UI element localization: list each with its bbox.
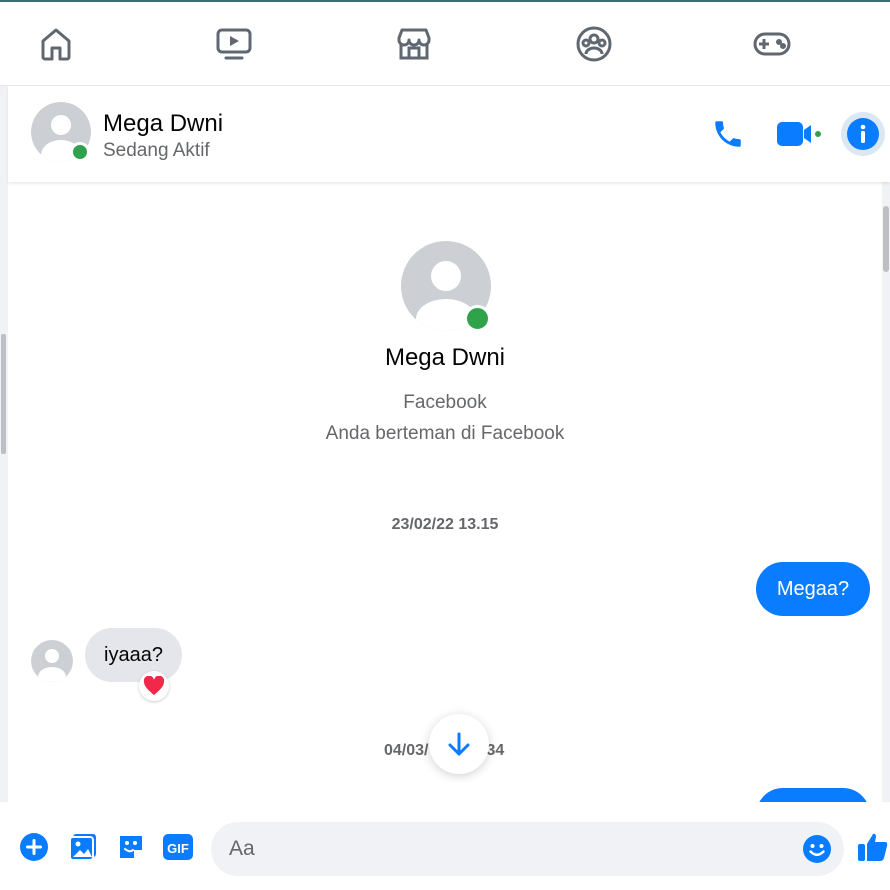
gif-icon[interactable]: GIF bbox=[161, 830, 195, 864]
emoji-icon[interactable] bbox=[800, 832, 834, 866]
heart-reaction-icon[interactable] bbox=[139, 671, 169, 701]
gaming-icon[interactable] bbox=[752, 24, 792, 64]
groups-icon[interactable] bbox=[574, 24, 614, 64]
incoming-message-bubble[interactable]: iyaaa? bbox=[85, 628, 182, 682]
chat-header: Mega Dwni Sedang Aktif bbox=[8, 86, 890, 182]
message-timestamp-partial-left: 04/03/ bbox=[384, 742, 429, 759]
marketplace-icon[interactable] bbox=[394, 24, 434, 64]
message-scrollbar-thumb[interactable] bbox=[883, 206, 889, 272]
top-navigation-bar bbox=[0, 0, 890, 86]
message-input[interactable] bbox=[211, 822, 844, 876]
video-call-icon[interactable] bbox=[772, 114, 822, 154]
contact-name[interactable]: Mega Dwni bbox=[103, 110, 223, 138]
info-icon[interactable] bbox=[841, 112, 885, 156]
plus-icon[interactable] bbox=[17, 830, 51, 864]
svg-text:GIF: GIF bbox=[167, 841, 189, 856]
watch-icon[interactable] bbox=[214, 24, 254, 64]
message-scrollbar[interactable] bbox=[882, 182, 890, 802]
profile-relation: Anda berteman di Facebook bbox=[325, 423, 565, 444]
sticker-icon[interactable] bbox=[114, 830, 148, 864]
left-panel-edge bbox=[0, 86, 8, 890]
profile-platform: Facebook bbox=[403, 392, 487, 413]
scroll-to-bottom-button[interactable] bbox=[429, 714, 489, 774]
message-timestamp: 23/02/22 13.15 bbox=[391, 516, 499, 533]
profile-active-status-dot bbox=[464, 305, 491, 332]
active-status-dot bbox=[70, 142, 90, 162]
outgoing-message-bubble[interactable]: Megaa? bbox=[756, 562, 870, 616]
message-composer: GIF bbox=[0, 802, 890, 890]
photo-icon[interactable] bbox=[66, 830, 100, 864]
arrow-down-icon bbox=[448, 732, 470, 756]
contact-status: Sedang Aktif bbox=[103, 140, 210, 161]
sender-avatar[interactable] bbox=[31, 640, 73, 682]
profile-name: Mega Dwni bbox=[384, 344, 506, 371]
like-thumbs-up-icon[interactable] bbox=[856, 830, 890, 864]
home-icon[interactable] bbox=[36, 24, 76, 64]
voice-call-icon[interactable] bbox=[708, 114, 748, 154]
